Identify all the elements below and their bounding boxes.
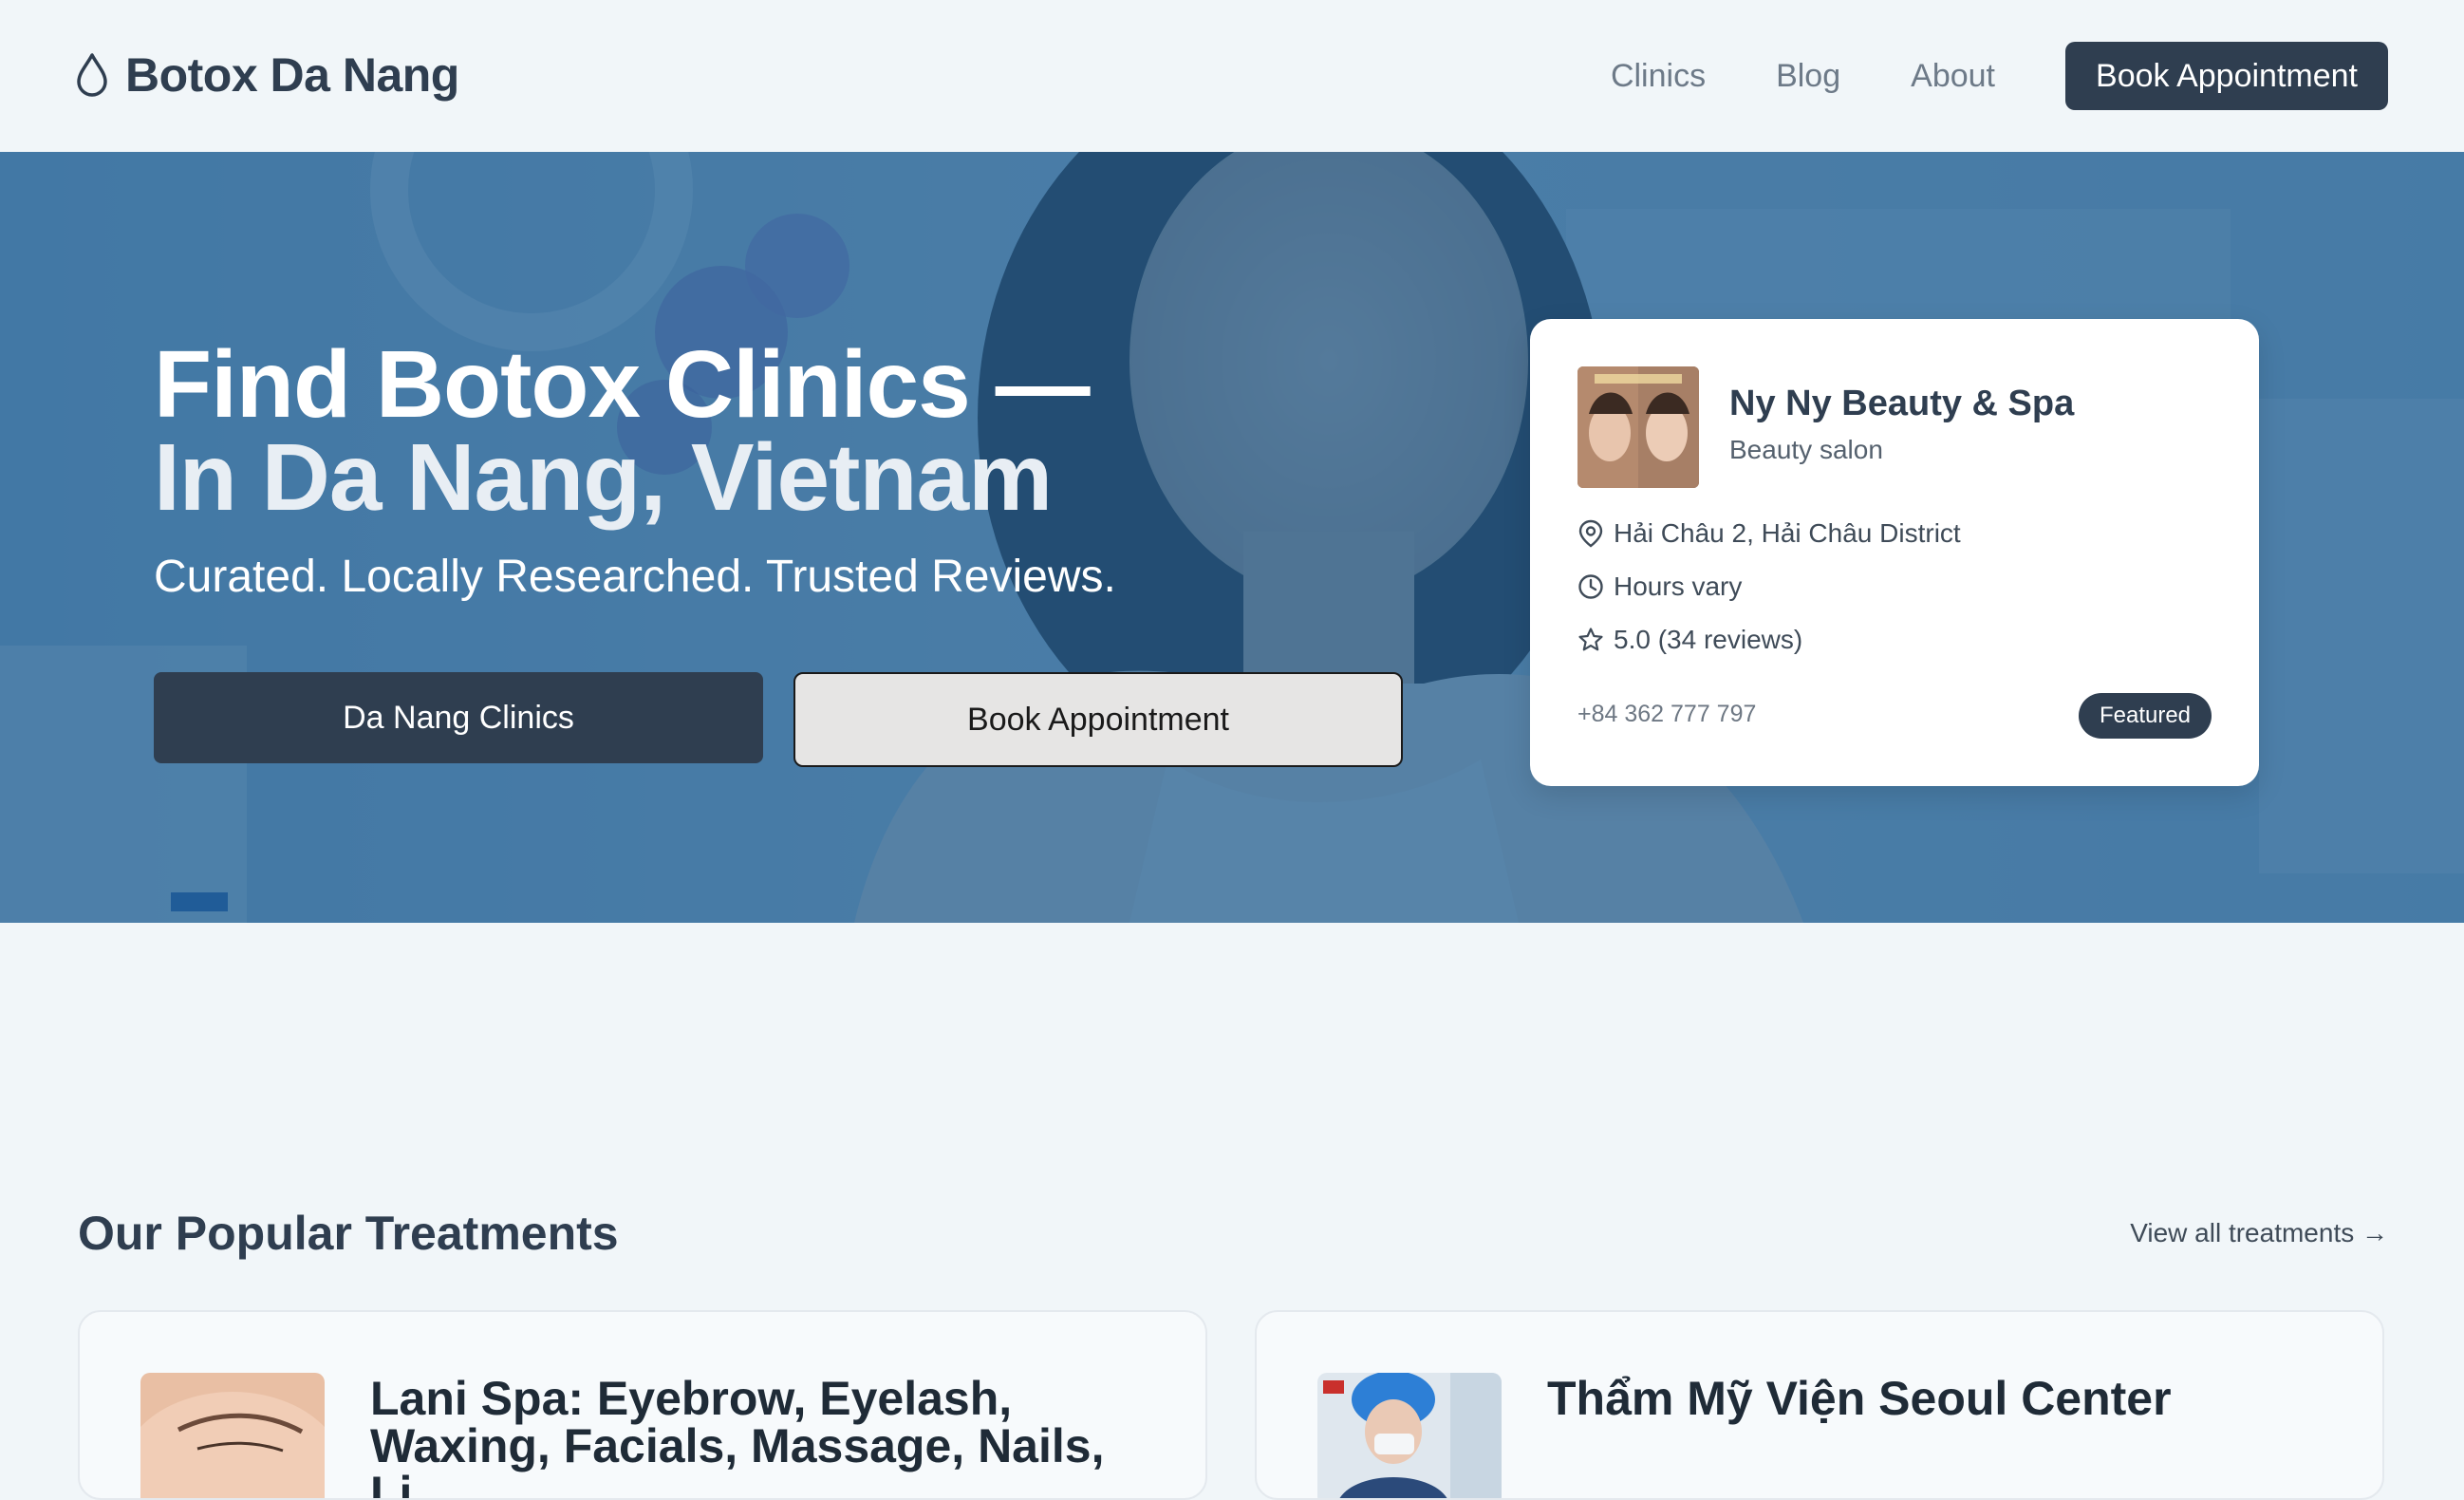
hero-title-line-2: In Da Nang, Vietnam bbox=[154, 424, 1053, 531]
treatment-thumbnail bbox=[1317, 1373, 1502, 1498]
clinic-rating: 5.0 (34 reviews) bbox=[1614, 625, 1803, 654]
header-book-appointment-button[interactable]: Book Appointment bbox=[2065, 42, 2388, 110]
featured-clinic-card[interactable]: Ny Ny Beauty & Spa Beauty salon Hải Châu… bbox=[1530, 319, 2259, 786]
main-nav: Clinics Blog About Book Appointment bbox=[1611, 42, 2388, 110]
droplet-icon bbox=[76, 52, 108, 98]
treatment-title[interactable]: Thẩm Mỹ Viện Seoul Center bbox=[1547, 1375, 2325, 1422]
hero-title-line-1: Find Botox Clinics — bbox=[154, 331, 1091, 438]
treatment-card[interactable]: Lani Spa: Eyebrow, Eyelash, Waxing, Faci… bbox=[78, 1310, 1207, 1500]
popular-treatments-heading: Our Popular Treatments bbox=[78, 1207, 619, 1260]
treatment-card[interactable]: Thẩm Mỹ Viện Seoul Center bbox=[1255, 1310, 2384, 1500]
clinic-type: Beauty salon bbox=[1729, 435, 1883, 464]
clinic-hours-row: Hours vary bbox=[1577, 572, 1742, 602]
nav-link-blog[interactable]: Blog bbox=[1776, 58, 1840, 95]
da-nang-clinics-button[interactable]: Da Nang Clinics bbox=[154, 672, 763, 763]
clinic-address: Hải Châu 2, Hải Châu District bbox=[1614, 518, 1961, 548]
treatment-title[interactable]: Lani Spa: Eyebrow, Eyelash, Waxing, Faci… bbox=[370, 1375, 1148, 1498]
hero-title: Find Botox Clinics — In Da Nang, Vietnam bbox=[154, 331, 1091, 531]
nav-link-about[interactable]: About bbox=[1911, 58, 1995, 95]
clinic-phone[interactable]: +84 362 777 797 bbox=[1577, 701, 1756, 728]
clinic-hours: Hours vary bbox=[1614, 572, 1743, 601]
hero-book-appointment-button[interactable]: Book Appointment bbox=[793, 672, 1403, 767]
brand-name: Botox Da Nang bbox=[125, 48, 459, 102]
view-all-treatments-link[interactable]: View all treatments → bbox=[2130, 1218, 2388, 1248]
site-header: Botox Da Nang Clinics Blog About Book Ap… bbox=[0, 0, 2464, 152]
clinic-thumbnail bbox=[1577, 366, 1699, 488]
clinic-name[interactable]: Ny Ny Beauty & Spa bbox=[1729, 384, 2074, 424]
clinic-address-row: Hải Châu 2, Hải Châu District bbox=[1577, 518, 1961, 549]
brand-logo[interactable]: Botox Da Nang bbox=[76, 47, 459, 103]
nav-link-clinics[interactable]: Clinics bbox=[1611, 58, 1706, 95]
featured-badge: Featured bbox=[2079, 693, 2212, 739]
clinic-rating-row: 5.0 (34 reviews) bbox=[1577, 625, 1802, 655]
clock-icon bbox=[1577, 573, 1604, 600]
treatment-thumbnail bbox=[140, 1373, 325, 1498]
star-icon bbox=[1577, 627, 1604, 653]
hero-subtitle: Curated. Locally Researched. Trusted Rev… bbox=[154, 552, 1116, 602]
location-pin-icon bbox=[1577, 519, 1604, 548]
hero-section: Find Botox Clinics — In Da Nang, Vietnam… bbox=[0, 152, 2464, 923]
